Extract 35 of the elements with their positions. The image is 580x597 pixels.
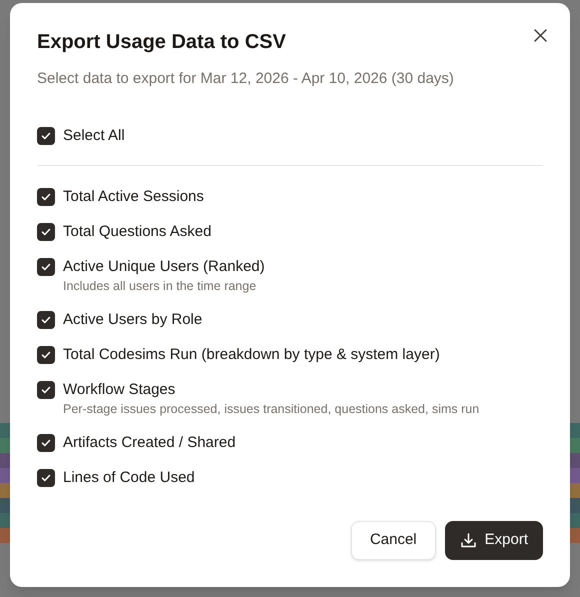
checkmark-icon <box>40 314 52 326</box>
checkbox[interactable] <box>37 311 55 329</box>
checkmark-icon <box>40 130 52 142</box>
checkbox[interactable] <box>37 434 55 452</box>
select-all-label: Select All <box>63 126 125 146</box>
checkmark-icon <box>40 261 52 273</box>
checkbox[interactable] <box>37 346 55 364</box>
option-label: Artifacts Created / Shared <box>63 433 236 453</box>
option-description: Includes all users in the time range <box>63 278 258 295</box>
checkbox[interactable] <box>37 258 55 276</box>
dialog-subtitle: Select data to export for Mar 12, 2026 - Apr 10, 2026 (30 days) <box>37 69 454 89</box>
option-label: Active Users by Role <box>63 310 202 330</box>
checkbox[interactable] <box>37 381 55 399</box>
checkmark-icon <box>40 226 52 238</box>
checkbox[interactable] <box>37 469 55 487</box>
checkmark-icon <box>40 437 52 449</box>
checkmark-icon <box>40 384 52 396</box>
checkbox[interactable] <box>37 223 55 241</box>
option-label: Total Questions Asked <box>63 222 212 242</box>
dialog-title: Export Usage Data to CSV <box>37 30 287 55</box>
checkbox[interactable] <box>37 188 55 206</box>
cancel-button[interactable]: Cancel <box>350 521 436 560</box>
option-description: Per-stage issues processed, issues transitioned, questions asked, sims run <box>63 401 480 418</box>
option-label: Lines of Code Used <box>63 468 195 488</box>
export-button[interactable]: Export <box>444 521 543 560</box>
close-icon <box>534 28 546 42</box>
option-label: Total Codesims Run (breakdown by type & system layer) <box>63 345 440 365</box>
download-icon <box>460 532 477 549</box>
checkmark-icon <box>40 349 52 361</box>
checkmark-icon <box>40 191 52 203</box>
checkbox[interactable] <box>37 127 55 145</box>
option-label: Active Unique Users (Ranked) <box>63 257 265 277</box>
checkmark-icon <box>40 472 52 484</box>
option-label: Workflow Stages <box>63 380 176 400</box>
option-label: Total Active Sessions <box>63 187 204 207</box>
